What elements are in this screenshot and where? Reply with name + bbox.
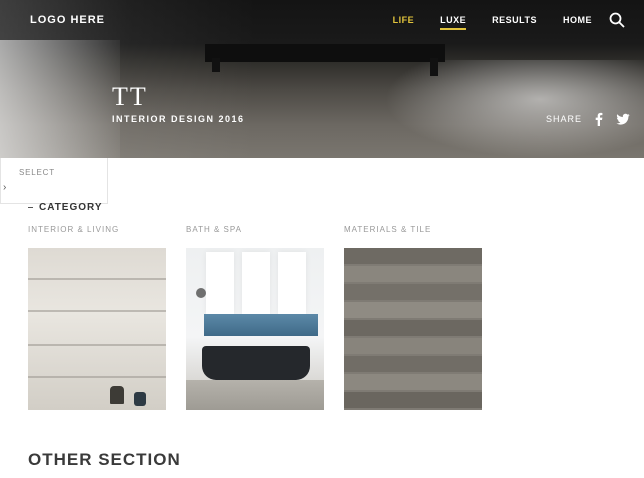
nav-item-home[interactable]: HOME: [563, 15, 592, 25]
stone-tiles-image: [344, 248, 482, 410]
lamp-shape: [196, 288, 206, 298]
nav-item-results[interactable]: RESULTS: [492, 15, 537, 25]
hero-window-light: [0, 40, 120, 158]
filter-dropdown[interactable]: SELECT ›: [0, 158, 108, 204]
window-pane: [242, 252, 270, 314]
search-icon[interactable]: [608, 11, 626, 29]
twitter-icon[interactable]: [616, 112, 630, 126]
bathtub-window-image: [186, 248, 324, 410]
dash-divider: [28, 206, 33, 208]
bathtub-shape: [202, 346, 310, 380]
card-caption: INTERIOR & LIVING: [28, 225, 120, 234]
nav-item-life[interactable]: LIFE: [393, 15, 415, 25]
tile-row: [344, 392, 482, 408]
sea-view: [204, 314, 318, 336]
navbar: LOGO HERE LIFE LUXE RESULTS HOME: [0, 0, 644, 40]
vase-shape: [110, 386, 124, 404]
shelving-wall-image: [28, 248, 166, 410]
other-section-heading: OTHER SECTION: [28, 450, 181, 469]
card-caption: BATH & SPA: [186, 225, 242, 234]
vase-shape: [134, 392, 146, 406]
hero-title: TT: [112, 82, 148, 111]
card-item[interactable]: BATH & SPA: [186, 220, 324, 410]
window-pane: [278, 252, 306, 314]
share-bar: SHARE: [546, 112, 630, 126]
card-caption: MATERIALS & TILE: [344, 225, 432, 234]
hero-table-leg: [430, 58, 438, 76]
hero-table-leg: [212, 58, 220, 72]
section-label: CATEGORY: [28, 202, 103, 213]
tile-row: [344, 248, 482, 264]
shelf-line: [28, 376, 166, 378]
tile-row: [344, 320, 482, 336]
card-item[interactable]: MATERIALS & TILE: [344, 220, 482, 410]
hero-table: [205, 44, 445, 62]
floor-shape: [186, 380, 324, 410]
window-pane: [206, 252, 234, 314]
share-label: SHARE: [545, 114, 582, 124]
shelf-line: [28, 278, 166, 280]
tile-row: [344, 302, 482, 318]
chevron-right-icon: ›: [3, 182, 7, 193]
shelf-line: [28, 344, 166, 346]
shelf-line: [28, 310, 166, 312]
logo[interactable]: LOGO HERE: [30, 14, 105, 26]
tile-row: [344, 338, 482, 354]
card-item[interactable]: INTERIOR & LIVING: [28, 220, 166, 410]
hero-floor-light: [384, 60, 644, 158]
hero-banner: LOGO HERE LIFE LUXE RESULTS HOME TT INTE…: [0, 0, 644, 158]
hero-subtitle: INTERIOR DESIGN 2016: [112, 114, 245, 124]
section-label-text: CATEGORY: [39, 202, 103, 213]
nav-item-luxe[interactable]: LUXE: [440, 15, 467, 30]
tile-row: [344, 266, 482, 282]
tile-row: [344, 374, 482, 390]
tile-row: [344, 356, 482, 372]
dropdown-label: SELECT: [19, 168, 55, 177]
nav-links: LIFE LUXE RESULTS HOME: [393, 15, 592, 30]
tile-row: [344, 284, 482, 300]
facebook-icon[interactable]: [592, 112, 606, 126]
